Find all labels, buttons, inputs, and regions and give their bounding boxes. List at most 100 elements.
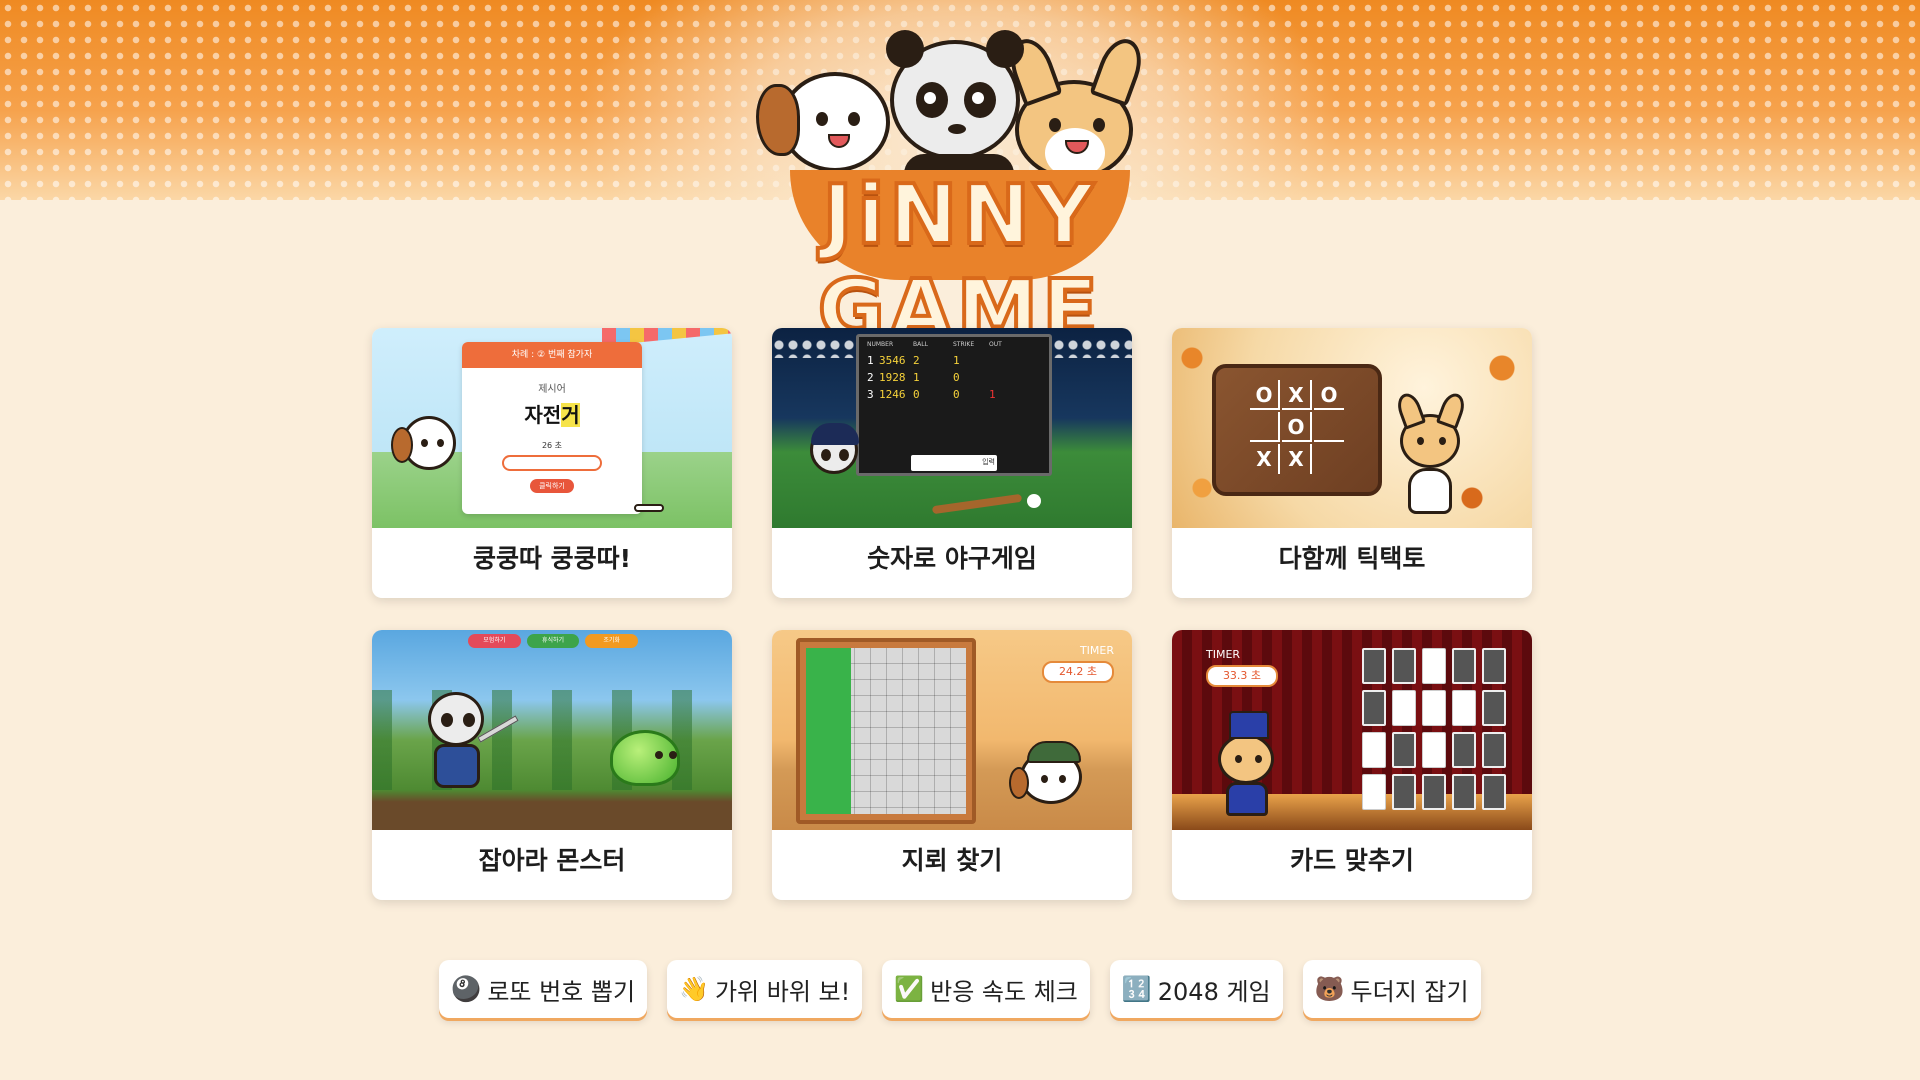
timer-value: 24.2 초 — [1042, 661, 1114, 683]
fox-body-icon — [1408, 468, 1452, 514]
game-card-minesweeper[interactable]: TIMER 24.2 초 지뢰 찾기 — [772, 630, 1132, 900]
baseball-icon — [1027, 494, 1041, 508]
timer-label: TIMER — [1079, 644, 1114, 657]
game-card-title: 지뢰 찾기 — [901, 846, 1003, 875]
panda-mascot-icon — [886, 30, 1024, 184]
billiard-ball-icon: 🎱 — [451, 975, 482, 1003]
mini-game-buttons: 🎱 로또 번호 뽑기 👋 가위 바위 보! ✅ 반응 속도 체크 🔢 2048 … — [0, 960, 1920, 1018]
prompt-label: 제시어 — [538, 384, 566, 395]
game-thumbnail: TIMER 33.3 초 — [1172, 630, 1532, 830]
tictactoe-grid: O X O O X X — [1250, 380, 1344, 474]
playing-card — [1422, 774, 1446, 810]
game-card-title: 카드 맞추기 — [1290, 846, 1414, 875]
check-mark-icon: ✅ — [894, 975, 925, 1003]
dog-mascot-icon — [756, 72, 890, 172]
game-card-title: 쿵쿵따 쿵쿵따! — [472, 544, 632, 573]
timer-label: TIMER — [1206, 648, 1241, 661]
playing-card — [1392, 648, 1416, 684]
board-cell: O — [1250, 380, 1280, 410]
playing-card — [1362, 774, 1386, 810]
turn-label: 차례 : ② 번째 참가자 — [462, 342, 642, 368]
menu-button-row: 모험하기 휴식하기 조기화 — [468, 634, 639, 648]
board-cell — [1314, 412, 1344, 442]
numbers-icon: 🔢 — [1121, 975, 1152, 1003]
game-thumbnail: NUMBER BALL STRIKE OUT 1 3546 2 1 2 1928 — [772, 328, 1132, 528]
game-thumbnail: 모험하기 휴식하기 조기화 — [372, 630, 732, 830]
playing-card — [1482, 732, 1506, 768]
header-ball: BALL — [913, 341, 928, 348]
mine-grid — [806, 648, 966, 814]
scoreboard-row: 1 3546 2 1 — [867, 354, 960, 367]
header-number: NUMBER — [867, 341, 894, 348]
site-logo[interactable]: JiNNY GAME — [700, 20, 1220, 360]
playing-card — [1422, 732, 1446, 768]
game-card-number-baseball[interactable]: NUMBER BALL STRIKE OUT 1 3546 2 1 2 1928 — [772, 328, 1132, 598]
game-card-monster[interactable]: 모험하기 휴식하기 조기화 잡아라 몬스터 — [372, 630, 732, 900]
lotto-button[interactable]: 🎱 로또 번호 뽑기 — [439, 960, 648, 1018]
word-chain-panel: 차례 : ② 번째 참가자 제시어 자전거 26 초 클릭하기 — [462, 342, 642, 514]
scoreboard: NUMBER BALL STRIKE OUT 1 3546 2 1 2 1928 — [856, 334, 1052, 476]
header-out: OUT — [989, 341, 1002, 348]
timer-text: 26 초 — [541, 441, 563, 450]
forest-trees-icon — [372, 690, 732, 790]
prompt-word-start: 자전 — [524, 403, 562, 427]
scoreboard-header: NUMBER BALL STRIKE OUT — [867, 341, 1041, 348]
board-cell — [1250, 412, 1280, 442]
rest-button: 휴식하기 — [526, 634, 580, 648]
fox-character-icon — [1393, 390, 1469, 468]
game-2048-button[interactable]: 🔢 2048 게임 — [1109, 960, 1283, 1018]
timer-value: 33.3 초 — [1206, 665, 1278, 687]
board-cell: O — [1282, 412, 1312, 442]
warrior-armor-icon — [434, 744, 480, 788]
header-strike: STRIKE — [953, 341, 975, 348]
submit-button: 클릭하기 — [530, 479, 574, 493]
board-cell: X — [1282, 380, 1312, 410]
playing-card — [1452, 690, 1476, 726]
mini-game-label: 2048 게임 — [1157, 977, 1271, 1006]
prompt-word: 자전거 — [462, 399, 642, 428]
game-card-title: 숫자로 야구게임 — [867, 544, 1037, 573]
reaction-speed-button[interactable]: ✅ 반응 속도 체크 — [882, 960, 1090, 1018]
dog-explorer-icon — [1009, 741, 1082, 804]
prompt-word-highlight: 거 — [561, 403, 580, 427]
timer-panel: TIMER 24.2 초 — [1042, 644, 1114, 688]
mini-game-label: 반응 속도 체크 — [930, 977, 1078, 1006]
bear-icon: 🐻 — [1314, 975, 1345, 1003]
game-card-grid: 차례 : ② 번째 참가자 제시어 자전거 26 초 클릭하기 쿵쿵따 쿵쿵따! — [372, 328, 1534, 900]
playing-card — [1452, 774, 1476, 810]
board-cell: X — [1282, 444, 1312, 474]
adventure-button: 모험하기 — [468, 634, 521, 648]
waving-hand-icon: 👋 — [679, 975, 709, 1003]
mini-game-label: 로또 번호 뽑기 — [487, 977, 636, 1006]
board-cell: X — [1250, 444, 1280, 474]
playing-card — [1482, 648, 1506, 684]
scoreboard-row: 3 1246 0 0 1 — [867, 388, 996, 401]
whack-a-mole-button[interactable]: 🐻 두더지 잡기 — [1302, 960, 1481, 1018]
playing-card — [1362, 690, 1386, 726]
playing-card — [1392, 690, 1416, 726]
minesweeper-board — [796, 638, 976, 824]
playing-card — [1392, 732, 1416, 768]
fox-magician-icon — [1218, 711, 1274, 784]
game-card-card-matching[interactable]: TIMER 33.3 초 카드 맞추기 — [1172, 630, 1532, 900]
timer-panel: TIMER 33.3 초 — [1206, 648, 1278, 688]
reset-button: 조기화 — [585, 634, 639, 648]
slime-monster-icon — [610, 730, 680, 786]
scoreboard-row: 2 1928 1 0 — [867, 371, 960, 384]
mini-game-label: 두더지 잡기 — [1350, 977, 1469, 1006]
playing-card — [1422, 648, 1446, 684]
game-card-word-chain[interactable]: 차례 : ② 번째 참가자 제시어 자전거 26 초 클릭하기 쿵쿵따 쿵쿵따! — [372, 328, 732, 598]
enter-button: 입력 — [982, 458, 995, 466]
card-grid — [1362, 648, 1506, 822]
panda-warrior-icon — [428, 692, 484, 746]
playing-card — [1362, 648, 1386, 684]
panda-pitcher-icon — [810, 423, 859, 474]
magician-suit-icon — [1226, 782, 1268, 816]
fox-mascot-icon — [1003, 33, 1149, 180]
playing-card — [1452, 732, 1476, 768]
wooden-board: O X O O X X — [1212, 364, 1382, 496]
rock-paper-scissors-button[interactable]: 👋 가위 바위 보! — [667, 960, 863, 1018]
game-card-tictactoe[interactable]: O X O O X X 다함께 틱택토 — [1172, 328, 1532, 598]
bone-icon — [634, 504, 664, 512]
board-cell: O — [1314, 380, 1344, 410]
